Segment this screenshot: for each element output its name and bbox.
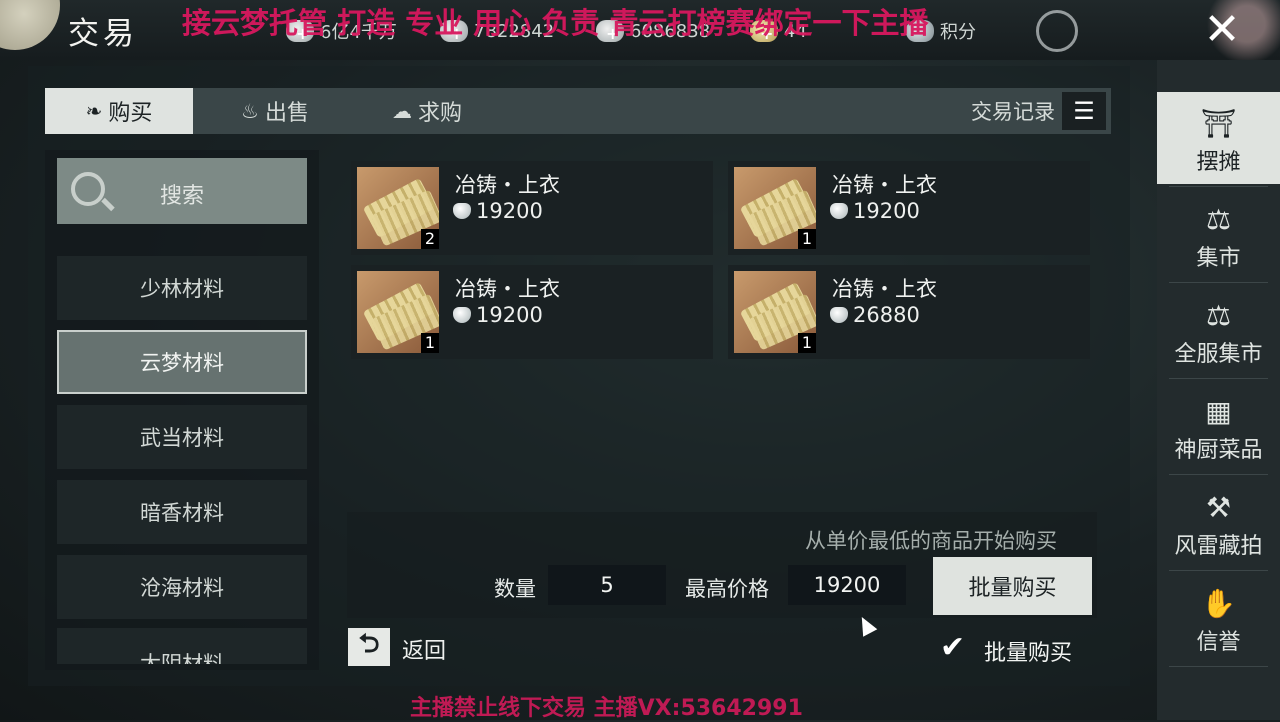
scroll-item-icon: 2: [357, 167, 439, 249]
category-yunmeng[interactable]: 云梦材料: [57, 330, 307, 394]
stall-icon: ⛩: [1200, 106, 1237, 140]
price-value: 19200: [853, 199, 920, 223]
item-card[interactable]: 2 冶铸・上衣 19200: [351, 161, 713, 255]
close-icon: ✕: [1203, 3, 1241, 55]
price-value: 19200: [476, 199, 543, 223]
item-count: 1: [421, 333, 439, 353]
tab-sell[interactable]: ♨ 出售: [215, 88, 335, 134]
sidebar-stall[interactable]: ⛩ 摆摊: [1157, 92, 1280, 187]
sidebar-label: 信誉: [1196, 630, 1241, 655]
item-card[interactable]: 1 冶铸・上衣 26880: [728, 265, 1090, 359]
scale-icon: ⚖: [1205, 202, 1232, 236]
silver-icon: [453, 203, 471, 219]
points-label: 积分: [940, 22, 976, 43]
sidebar-global-market[interactable]: ⚖ 全服集市: [1157, 284, 1280, 379]
tab-buy[interactable]: ❧ 购买: [45, 88, 193, 134]
item-card[interactable]: 1 冶铸・上衣 19200: [728, 161, 1090, 255]
stream-overlay-top: 接云梦托管 打造 专业 用心 负责 青云打榜赛绑定一下主播: [182, 6, 929, 40]
category-anxiang[interactable]: 暗香材料: [57, 480, 307, 544]
sidebar-label: 风雷藏拍: [1174, 534, 1263, 559]
sidebar-label: 神厨菜品: [1174, 438, 1263, 463]
category-wudang[interactable]: 武当材料: [57, 405, 307, 469]
quantity-label: 数量: [494, 577, 536, 601]
bulk-buy-checkbox-label[interactable]: 批量购买: [984, 635, 1072, 667]
item-count: 2: [421, 229, 439, 249]
silver-icon: [830, 203, 848, 219]
gavel-icon: ⚒: [1205, 490, 1232, 524]
brush-icon: ❧: [85, 99, 103, 123]
category-shaolin[interactable]: 少林材料: [57, 256, 307, 320]
page-title: 交易: [68, 16, 138, 52]
hand-offer-icon: ☁: [391, 99, 412, 123]
back-label[interactable]: 返回: [402, 633, 446, 665]
price-value: 26880: [853, 303, 920, 327]
sidebar-label: 集市: [1196, 246, 1241, 271]
scroll-item-icon: 1: [734, 167, 816, 249]
max-price-input[interactable]: 19200: [788, 565, 906, 605]
bulk-buy-button[interactable]: 批量购买: [933, 557, 1092, 615]
tab-bar: ❧ 购买 ♨ 出售 ☁ 求购 交易记录: [45, 88, 1111, 134]
back-arrow-icon: ⮌: [358, 629, 380, 659]
tab-label: 购买: [108, 101, 153, 126]
tab-label: 求购: [417, 101, 462, 126]
item-price: 19200: [830, 199, 920, 223]
search-label: 搜索: [159, 184, 204, 209]
quantity-input[interactable]: 5: [548, 565, 666, 605]
food-box-icon: ▦: [1205, 394, 1232, 428]
tab-request[interactable]: ☁ 求购: [367, 88, 487, 134]
list-menu-button[interactable]: ☰: [1062, 92, 1106, 130]
bulk-buy-checkbox[interactable]: ✔: [940, 632, 972, 664]
item-name: 冶铸・上衣: [455, 277, 560, 301]
item-price: 19200: [453, 199, 543, 223]
scale-icon: ⚖: [1205, 298, 1232, 332]
item-name: 冶铸・上衣: [455, 173, 560, 197]
sidebar-auction[interactable]: ⚒ 风雷藏拍: [1157, 476, 1280, 571]
price-value: 19200: [476, 303, 543, 327]
item-name: 冶铸・上衣: [832, 277, 937, 301]
search-button[interactable]: 搜索: [57, 158, 307, 224]
sidebar-market[interactable]: ⚖ 集市: [1157, 188, 1280, 283]
item-count: 1: [798, 229, 816, 249]
sidebar-chef-dishes[interactable]: ▦ 神厨菜品: [1157, 380, 1280, 475]
stream-overlay-bottom: 主播禁止线下交易 主播VX:53642991: [410, 696, 803, 721]
item-count: 1: [798, 333, 816, 353]
item-card[interactable]: 1 冶铸・上衣 19200: [351, 265, 713, 359]
back-button[interactable]: ⮌: [348, 628, 390, 666]
settings-icon[interactable]: [1036, 10, 1078, 52]
sidebar-label: 全服集市: [1174, 342, 1263, 367]
checkmark-icon: ✔: [940, 630, 966, 665]
scroll-item-icon: 1: [357, 271, 439, 353]
close-button[interactable]: ✕: [1190, 0, 1254, 58]
trade-record-link[interactable]: 交易记录: [971, 88, 1055, 134]
category-taiyin[interactable]: 太阴材料: [57, 628, 307, 664]
sidebar-reputation[interactable]: ✋ 信誉: [1157, 572, 1280, 667]
sidebar-label: 摆摊: [1196, 150, 1241, 175]
item-price: 19200: [453, 303, 543, 327]
silver-icon: [830, 307, 848, 323]
hand-star-icon: ✋: [1201, 586, 1236, 620]
tab-label: 出售: [264, 101, 309, 126]
purchase-hint: 从单价最低的商品开始购买: [805, 529, 1057, 553]
hand-coin-icon: ♨: [241, 99, 259, 123]
scroll-item-icon: 1: [734, 271, 816, 353]
max-price-label: 最高价格: [685, 577, 769, 601]
list-icon: ☰: [1073, 97, 1095, 125]
silver-icon: [453, 307, 471, 323]
category-canghai[interactable]: 沧海材料: [57, 555, 307, 619]
item-price: 26880: [830, 303, 920, 327]
item-name: 冶铸・上衣: [832, 173, 937, 197]
